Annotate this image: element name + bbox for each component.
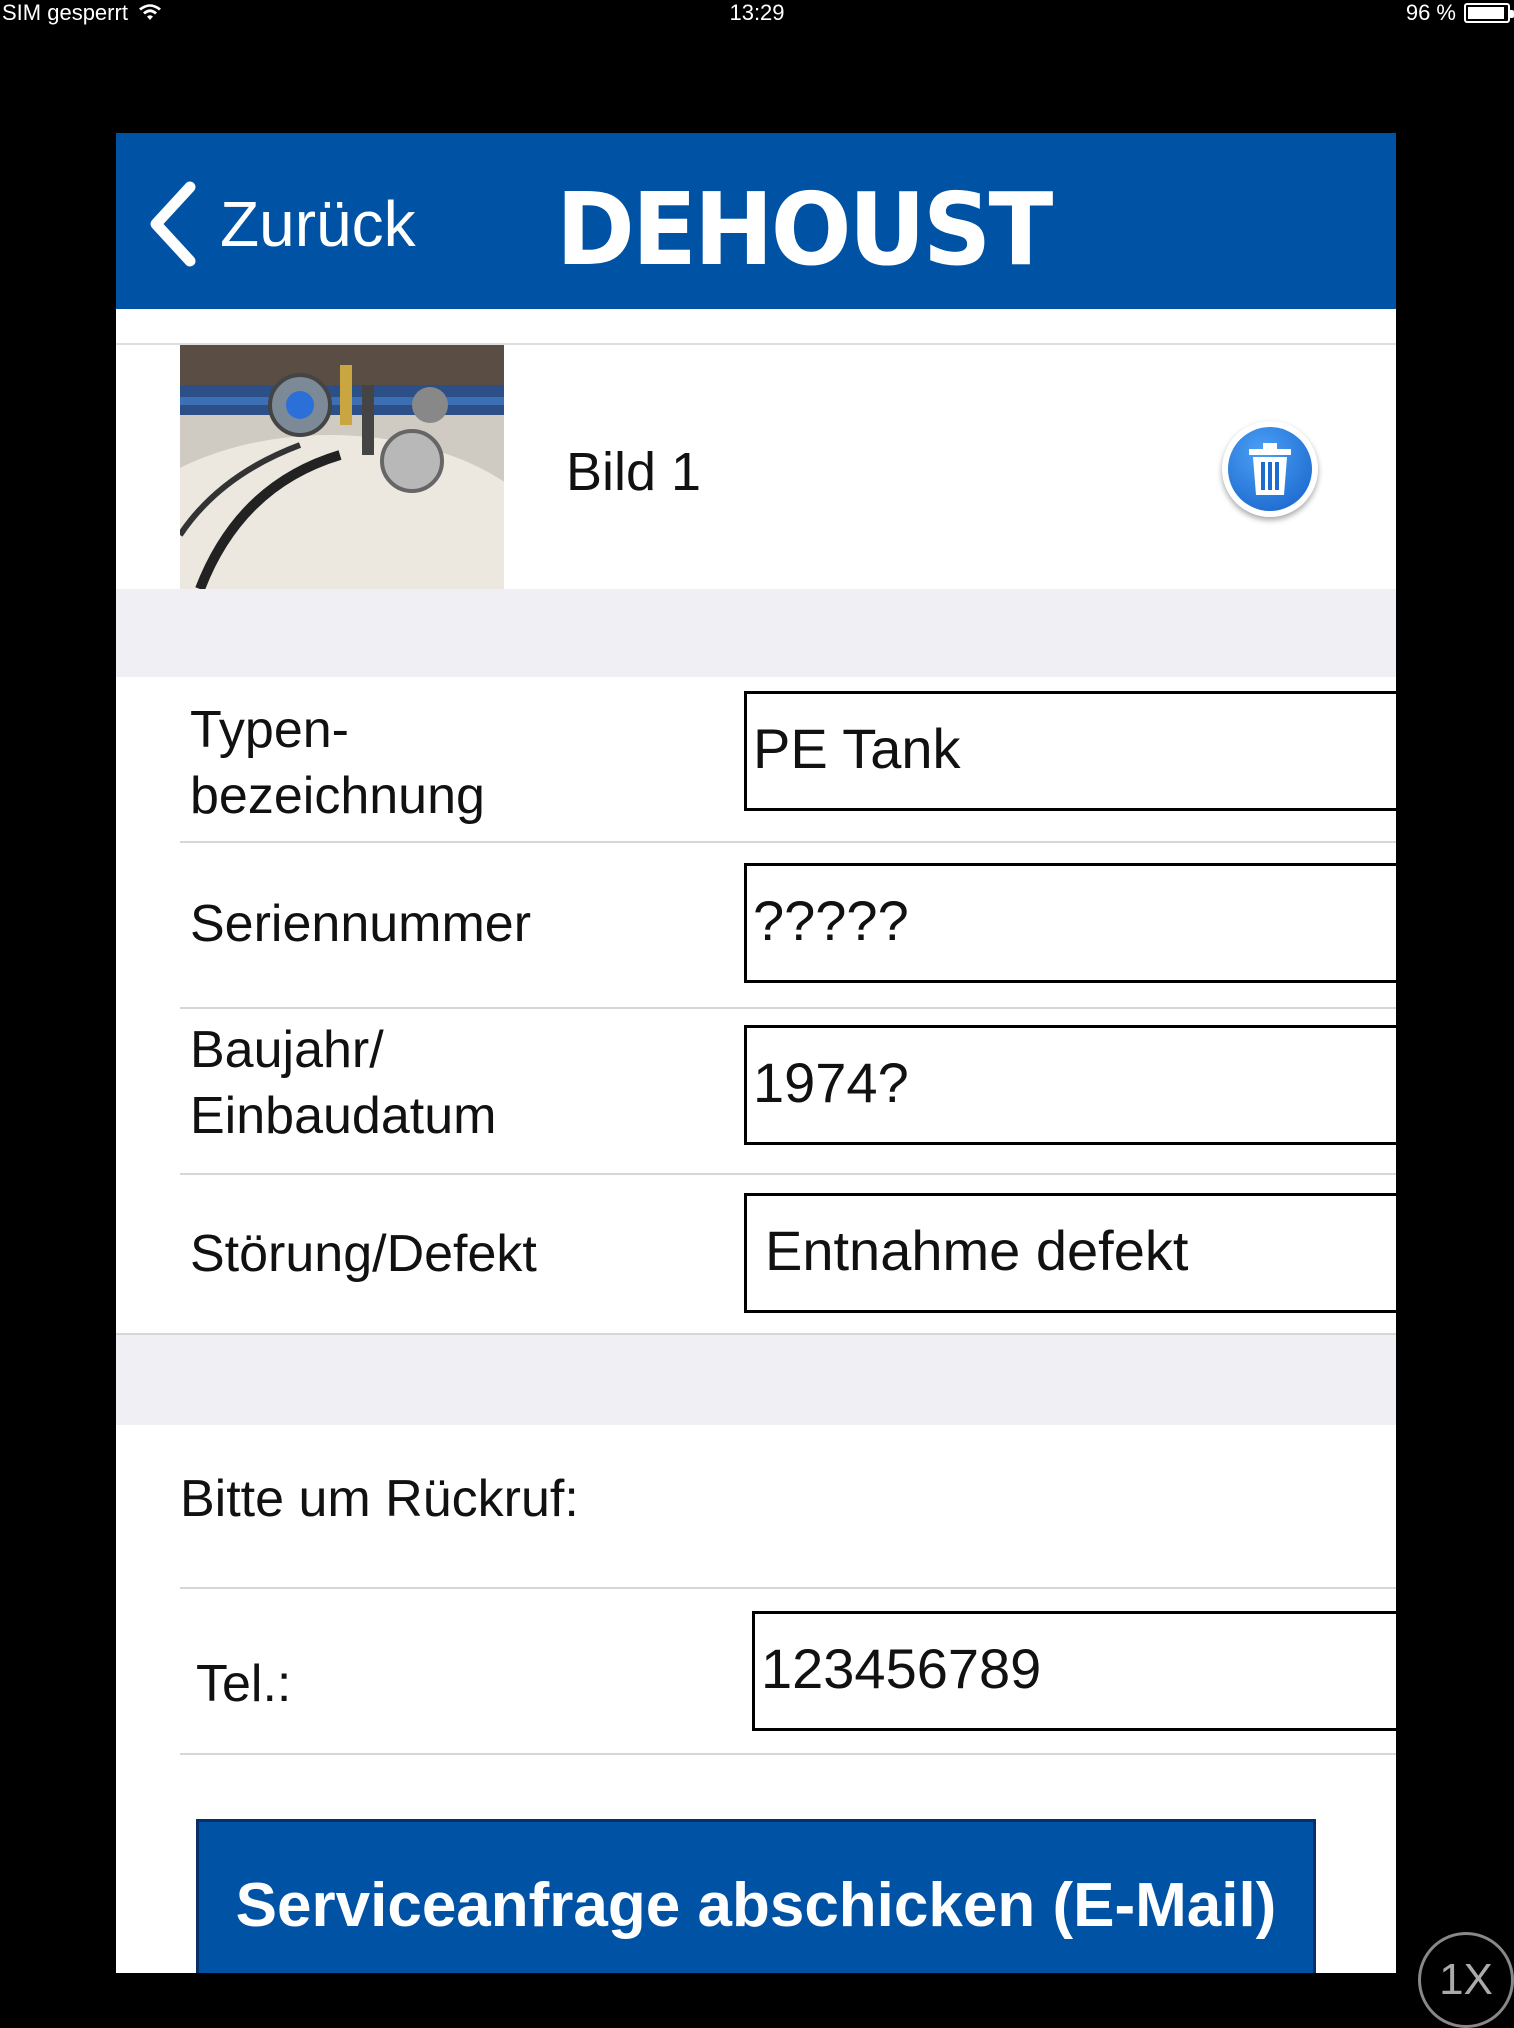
submit-service-request-button[interactable]: Serviceanfrage abschicken (E-Mail) <box>196 1819 1316 1973</box>
tank-photo <box>180 345 504 589</box>
field-row-typenbezeichnung: Typen- bezeichnung PE Tank <box>180 677 1396 843</box>
back-label: Zurück <box>220 188 416 260</box>
photo-thumbnail[interactable] <box>180 345 504 589</box>
field-label: Baujahr/ Einbaudatum <box>190 1021 497 1145</box>
seriennummer-input[interactable]: ????? <box>744 863 1396 983</box>
clock: 13:29 <box>729 0 785 25</box>
stoerung-input[interactable]: Entnahme defekt <box>744 1193 1396 1313</box>
status-bar: SIM gesperrt 13:29 96 % <box>0 0 1514 26</box>
field-label: Störung/Defekt <box>190 1225 537 1283</box>
field-row-phone: Tel.: 123456789 <box>180 1589 1396 1755</box>
image-row[interactable]: Bild 1 <box>116 343 1396 589</box>
delete-image-button[interactable] <box>1222 421 1318 517</box>
phone-label: Tel.: <box>196 1655 292 1713</box>
back-button[interactable]: Zurück <box>146 181 416 267</box>
phone-input[interactable]: 123456789 <box>752 1611 1396 1731</box>
battery-status: 96 % <box>1405 0 1514 26</box>
section-separator <box>116 589 1396 677</box>
trash-icon <box>1249 443 1291 495</box>
zoom-button[interactable]: 1X <box>1418 1932 1514 2028</box>
typenbezeichnung-input[interactable]: PE Tank <box>744 691 1396 811</box>
field-label: Seriennummer <box>190 895 532 953</box>
battery-percent: 96 % <box>1405 0 1456 25</box>
chevron-left-icon <box>150 181 196 267</box>
brand-logo: DEHOUST <box>556 171 1053 288</box>
field-row-seriennummer: Seriennummer ????? <box>180 843 1396 1009</box>
section-separator <box>116 1335 1396 1425</box>
battery-icon <box>1464 3 1514 23</box>
nav-bar: Zurück DEHOUST <box>116 133 1396 309</box>
image-label: Bild 1 <box>566 442 702 502</box>
field-row-stoerung: Störung/Defekt Entnahme defekt <box>116 1175 1396 1335</box>
field-row-baujahr: Baujahr/ Einbaudatum 1974? <box>180 1009 1396 1175</box>
baujahr-input[interactable]: 1974? <box>744 1025 1396 1145</box>
field-label: Typen- bezeichnung <box>190 701 485 825</box>
callback-title-divider <box>180 1423 1396 1589</box>
app-window: Zurück DEHOUST Bild 1 Typen- bezeichnung… <box>116 133 1396 1973</box>
